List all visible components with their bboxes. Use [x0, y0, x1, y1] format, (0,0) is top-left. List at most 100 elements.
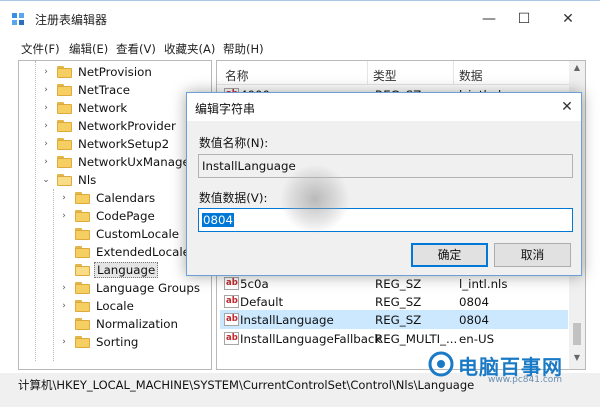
- minimize-button[interactable]: —: [472, 7, 506, 31]
- ok-button[interactable]: 确定: [411, 243, 488, 267]
- chevron-right-icon[interactable]: ›: [41, 103, 51, 113]
- chevron-right-icon[interactable]: ›: [41, 85, 51, 95]
- tree-item-network[interactable]: › Network: [41, 99, 129, 117]
- blurred-cursor-artifact: [280, 164, 350, 234]
- tree-item-label: Language Groups: [96, 281, 201, 295]
- column-header-data[interactable]: 数据: [459, 67, 483, 84]
- tree-item-language-groups[interactable]: › Language Groups: [59, 279, 202, 297]
- folder-icon: [75, 210, 90, 222]
- tree-item-calendars[interactable]: › Calendars: [59, 189, 157, 207]
- folder-icon: [57, 102, 72, 114]
- chevron-right-icon[interactable]: ›: [41, 139, 51, 149]
- table-row[interactable]: ab Default REG_SZ 0804: [220, 292, 568, 311]
- watermark-logo: 电脑百事网 www.pc841.com: [428, 349, 598, 385]
- value-name: InstallLanguageFallback: [240, 332, 382, 346]
- tree-item-label: Calendars: [96, 191, 156, 205]
- maximize-button[interactable]: ☐: [507, 7, 541, 31]
- string-value-icon: ab: [224, 277, 239, 290]
- multi-string-value-icon: ab: [224, 332, 239, 345]
- tree-item-language[interactable]: Language: [59, 261, 159, 279]
- chevron-right-icon[interactable]: ›: [41, 67, 51, 77]
- tree-item-networkprovider[interactable]: › NetworkProvider: [41, 117, 178, 135]
- table-row[interactable]: ab 5c0a REG_SZ l_intl.nls: [220, 274, 568, 293]
- tree-item-locale[interactable]: › Locale: [59, 297, 136, 315]
- table-row[interactable]: ab InstallLanguageFallback REG_MULTI_...…: [220, 329, 568, 348]
- tree-item-label: Sorting: [96, 335, 139, 349]
- tree-item-nettrace[interactable]: › NetTrace: [41, 81, 132, 99]
- tree-item-label: NetProvision: [78, 65, 152, 79]
- tree-item-nls[interactable]: ⌄ Nls: [41, 171, 98, 189]
- tree-guide-line: [35, 61, 36, 361]
- table-row-selected[interactable]: ab InstallLanguage REG_SZ 0804: [220, 310, 568, 329]
- menu-edit[interactable]: 编辑(E): [69, 41, 108, 57]
- cancel-button[interactable]: 取消: [494, 243, 571, 267]
- value-type: REG_SZ: [375, 295, 422, 309]
- column-header-name[interactable]: 名称: [225, 67, 249, 84]
- chevron-right-icon[interactable]: ›: [41, 157, 51, 167]
- column-divider[interactable]: [367, 61, 368, 85]
- tree-item-normalization[interactable]: Normalization: [59, 315, 180, 333]
- tree-item-networkuxmanager[interactable]: › NetworkUxManager: [41, 153, 197, 171]
- menu-help[interactable]: 帮助(H): [223, 41, 264, 57]
- folder-icon: [75, 246, 90, 258]
- tree-item-label: CustomLocale: [96, 227, 180, 241]
- folder-icon: [57, 156, 72, 168]
- value-data-label: 数值数据(V):: [199, 191, 268, 205]
- chevron-right-icon[interactable]: ›: [59, 211, 69, 221]
- tree-guide-line: [53, 189, 54, 361]
- value-data-input[interactable]: 0804: [198, 208, 573, 232]
- registry-path: 计算机\HKEY_LOCAL_MACHINE\SYSTEM\CurrentCon…: [18, 378, 475, 392]
- folder-icon: [57, 84, 72, 96]
- folder-icon: [75, 192, 90, 204]
- tree-item-label: CodePage: [96, 209, 155, 223]
- folder-icon: [57, 138, 72, 150]
- tree-item-networksetup2[interactable]: › NetworkSetup2: [41, 135, 171, 153]
- registry-editor-icon: [12, 13, 24, 25]
- folder-icon: [75, 300, 90, 312]
- chevron-right-icon[interactable]: ›: [59, 283, 69, 293]
- value-data: l_intl.nls: [459, 277, 508, 291]
- tree-item-label: ExtendedLocale: [96, 245, 190, 259]
- folder-icon: [57, 120, 72, 132]
- tree-item-label: NetTrace: [78, 83, 131, 97]
- tree-item-label: Network: [78, 101, 128, 115]
- list-header: 名称 类型 数据: [217, 61, 569, 85]
- tree-item-extendedlocale[interactable]: ExtendedLocale: [59, 243, 192, 261]
- column-divider[interactable]: [453, 61, 454, 85]
- registry-tree[interactable]: › NetProvision › NetTrace › Network › Ne…: [18, 60, 212, 370]
- chevron-right-icon[interactable]: ›: [59, 193, 69, 203]
- chevron-down-icon[interactable]: ⌄: [41, 175, 51, 185]
- tree-item-label: Language: [94, 262, 159, 278]
- folder-icon: [75, 318, 90, 330]
- value-name-field: InstallLanguage: [198, 154, 573, 178]
- string-value-icon: ab: [224, 313, 239, 326]
- chevron-right-icon[interactable]: ›: [59, 301, 69, 311]
- tree-item-codepage[interactable]: › CodePage: [59, 207, 157, 225]
- tree-item-label: NetworkSetup2: [78, 137, 170, 151]
- menu-view[interactable]: 查看(V): [116, 41, 156, 57]
- value-data: 0804: [459, 313, 490, 327]
- tree-item-sorting[interactable]: › Sorting: [59, 333, 140, 351]
- value-type: REG_MULTI_...: [375, 332, 458, 346]
- close-button[interactable]: ✕: [551, 7, 585, 31]
- window-title: 注册表编辑器: [35, 13, 108, 27]
- value-data: en-US: [459, 332, 495, 346]
- value-data-text: 0804: [202, 213, 235, 227]
- menu-favorites[interactable]: 收藏夹(A): [164, 41, 215, 57]
- value-data: 0804: [459, 295, 490, 309]
- folder-icon: [75, 228, 90, 240]
- value-name: Default: [240, 295, 284, 309]
- menu-file[interactable]: 文件(F): [21, 41, 60, 57]
- string-value-icon: ab: [224, 295, 239, 308]
- column-header-type[interactable]: 类型: [373, 67, 397, 84]
- tree-item-netprovision[interactable]: › NetProvision: [41, 63, 154, 81]
- watermark-icon: [428, 351, 454, 377]
- scroll-up-icon[interactable]: ▲: [569, 63, 585, 77]
- chevron-right-icon[interactable]: ›: [41, 121, 51, 131]
- title-bar: 注册表编辑器 — ☐ ✕: [0, 0, 600, 36]
- scroll-thumb[interactable]: [573, 323, 581, 345]
- chevron-right-icon[interactable]: ›: [59, 337, 69, 347]
- tree-item-label: Normalization: [96, 317, 178, 331]
- tree-item-customlocale[interactable]: CustomLocale: [59, 225, 181, 243]
- dialog-close-button[interactable]: ✕: [557, 97, 577, 117]
